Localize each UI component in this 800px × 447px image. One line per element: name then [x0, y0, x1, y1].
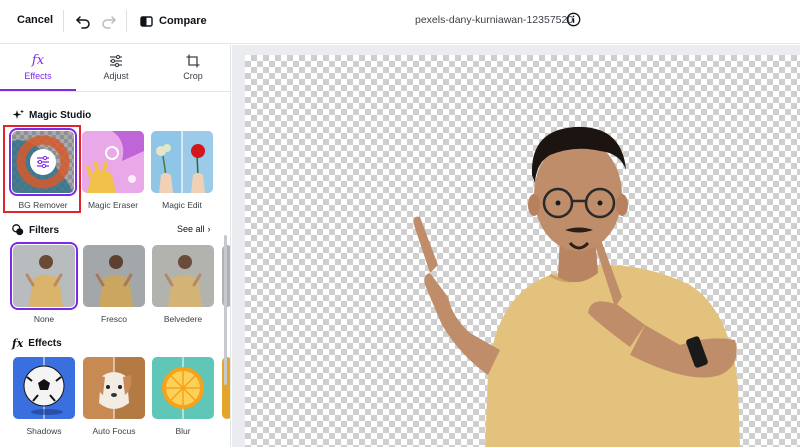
edit-tabs: fx Effects Adjust Crop — [0, 45, 230, 92]
thumb-label: Magic Edit — [162, 200, 202, 210]
compare-label: Compare — [159, 15, 207, 27]
filter-belvedere-thumb[interactable] — [152, 245, 214, 307]
thumb-label: None — [33, 314, 55, 324]
sliders-icon — [110, 54, 122, 68]
magic-edit-image — [151, 131, 213, 193]
thumb-label: BG Remover — [18, 200, 68, 210]
thumb-label: Belvedere — [163, 314, 203, 324]
effect-auto-focus-thumb[interactable] — [83, 357, 145, 419]
chevron-right-icon: › — [207, 224, 211, 234]
active-tab-indicator — [0, 89, 76, 91]
compare-button[interactable]: Compare — [140, 12, 207, 30]
section-title: Magic Studio — [29, 109, 92, 121]
effect-blur-thumb[interactable] — [152, 357, 214, 419]
undo-icon[interactable] — [74, 12, 92, 30]
filter-belvedere-image — [152, 245, 214, 307]
magic-eraser-image — [82, 131, 144, 193]
redo-icon[interactable] — [100, 12, 118, 30]
filter-none-image — [13, 245, 75, 307]
effect-blur-image — [152, 357, 214, 419]
filter-fresco-image — [83, 245, 145, 307]
see-all-label: See all — [177, 224, 205, 234]
thumb-label: Magic Eraser — [87, 200, 139, 210]
bg-remover-thumb[interactable] — [9, 128, 77, 196]
divider — [126, 10, 127, 32]
filter-fresco-thumb[interactable] — [83, 245, 145, 307]
fx-icon: fx — [31, 53, 45, 68]
tab-label: Crop — [183, 71, 203, 81]
divider — [63, 10, 64, 32]
tab-effects[interactable]: fx Effects — [2, 51, 74, 91]
tab-crop[interactable]: Crop — [157, 51, 229, 91]
section-title: Filters — [29, 224, 60, 236]
effect-shadows-image — [13, 357, 75, 419]
crop-icon — [186, 54, 200, 68]
magic-edit-thumb[interactable] — [151, 131, 213, 193]
top-bar: Cancel Compare pexels-dany-kurniawan-123… — [0, 0, 800, 44]
bg-remover-image — [12, 131, 74, 193]
thumb-label: Fresco — [101, 314, 127, 324]
tab-adjust[interactable]: Adjust — [80, 51, 152, 91]
file-name: pexels-dany-kurniawan-12357520 — [415, 14, 574, 26]
filters-icon — [12, 224, 24, 236]
info-icon[interactable] — [566, 12, 581, 27]
edit-sidebar: fx Effects Adjust Crop Magic Studio BG R… — [0, 45, 231, 447]
cancel-button[interactable]: Cancel — [17, 14, 53, 26]
thumb-label: Shadows — [26, 426, 62, 436]
tab-label: Adjust — [103, 71, 129, 81]
effect-shadows-thumb[interactable] — [13, 357, 75, 419]
filters-heading: Filters — [12, 224, 59, 236]
sparkle-icon — [12, 109, 24, 119]
thumb-label: Blur — [175, 426, 191, 436]
sidebar-scrollbar[interactable] — [224, 235, 227, 385]
fx-icon: fx — [12, 337, 24, 350]
editor-workspace — [232, 45, 800, 447]
image-canvas[interactable] — [245, 55, 800, 447]
compare-icon — [140, 15, 153, 27]
thumb-label: Auto Focus — [92, 426, 136, 436]
magic-studio-heading: Magic Studio — [12, 109, 91, 121]
section-title: Effects — [28, 338, 62, 349]
see-all-link[interactable]: See all › — [177, 224, 211, 234]
magic-eraser-thumb[interactable] — [82, 131, 144, 193]
effects-heading: fx Effects — [12, 337, 62, 350]
tab-label: Effects — [24, 71, 52, 81]
filter-none-thumb[interactable] — [10, 242, 78, 310]
subject-photo — [413, 126, 740, 447]
effect-auto-focus-image — [83, 357, 145, 419]
